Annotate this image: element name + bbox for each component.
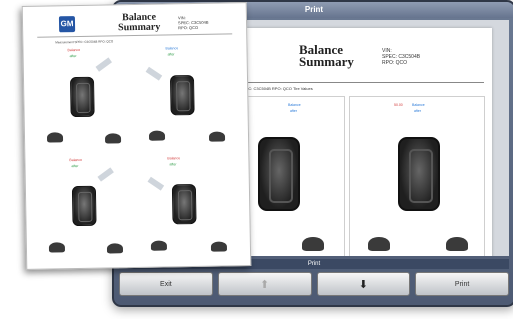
arrow-up-icon: ⬆	[260, 278, 270, 291]
balance-label: Balance	[67, 47, 81, 53]
wheel-icon	[48, 242, 66, 253]
print-label: Print	[454, 280, 470, 288]
exit-button[interactable]: Exit	[119, 272, 213, 296]
wheel-icon	[46, 132, 64, 143]
wheel-image	[368, 237, 390, 251]
balance-label: Balance	[288, 103, 301, 107]
scroll-down-button[interactable]: ⬇	[316, 272, 411, 296]
divider	[37, 33, 233, 38]
tire-quadrant: Balance after	[39, 155, 139, 265]
tire-icon	[97, 167, 114, 182]
tire-icon	[171, 183, 197, 225]
wheel-icon	[150, 240, 168, 251]
exit-label: Exit	[160, 280, 172, 288]
tire-icon	[69, 76, 95, 118]
balance-label: Balance	[167, 156, 181, 161]
printout-title: Balance Summary	[118, 11, 161, 34]
tire-image	[398, 137, 440, 211]
after-label: after	[71, 164, 79, 169]
tire-quadrant: Balance after	[139, 153, 239, 263]
balance-label: Balance	[69, 157, 83, 163]
wheel-icon	[104, 133, 122, 144]
divider	[207, 82, 484, 83]
wheel-icon	[106, 243, 124, 254]
wheel-image	[302, 237, 324, 251]
gm-logo: GM	[58, 16, 76, 33]
tire-quadrant: Balance after	[137, 41, 237, 151]
tire-icon	[145, 66, 163, 81]
wheel-icon	[208, 131, 226, 142]
arrow-down-icon: ⬇	[358, 278, 368, 291]
preview-panel-right: Balance after 50.00	[349, 96, 485, 256]
tire-image	[258, 137, 300, 211]
preview-title: Balance Summary	[299, 42, 354, 69]
after-label: after	[290, 109, 298, 113]
tire-icon	[147, 176, 165, 191]
tire-icon	[95, 57, 112, 72]
after-label: after	[69, 54, 77, 59]
tire-icon	[71, 185, 97, 227]
printout-vin: VIN: SPEC: C3C504B RPO: QCO	[177, 15, 209, 31]
button-bar: Exit ⬆ ⬇ Print	[119, 272, 509, 296]
printout-page: GM Balance Summary VIN: SPEC: C3C504B RP…	[21, 2, 252, 270]
balance-label: Balance	[165, 46, 179, 51]
wheel-icon	[148, 130, 166, 141]
preview-vin: VIN: SPEC: C3C504B RPO: QCO	[382, 48, 421, 66]
after-label: after	[414, 109, 422, 113]
after-label: after	[169, 162, 177, 167]
print-button[interactable]: Print	[415, 272, 509, 296]
scroll-up-button[interactable]: ⬆	[217, 272, 312, 296]
tire-quadrant: Balance after	[37, 43, 137, 153]
after-label: after	[167, 52, 175, 57]
wheel-image	[446, 237, 468, 251]
tire-icon	[169, 74, 195, 116]
value-label: 50.00	[394, 103, 403, 107]
wheel-icon	[210, 241, 228, 252]
balance-label: Balance	[412, 103, 425, 107]
